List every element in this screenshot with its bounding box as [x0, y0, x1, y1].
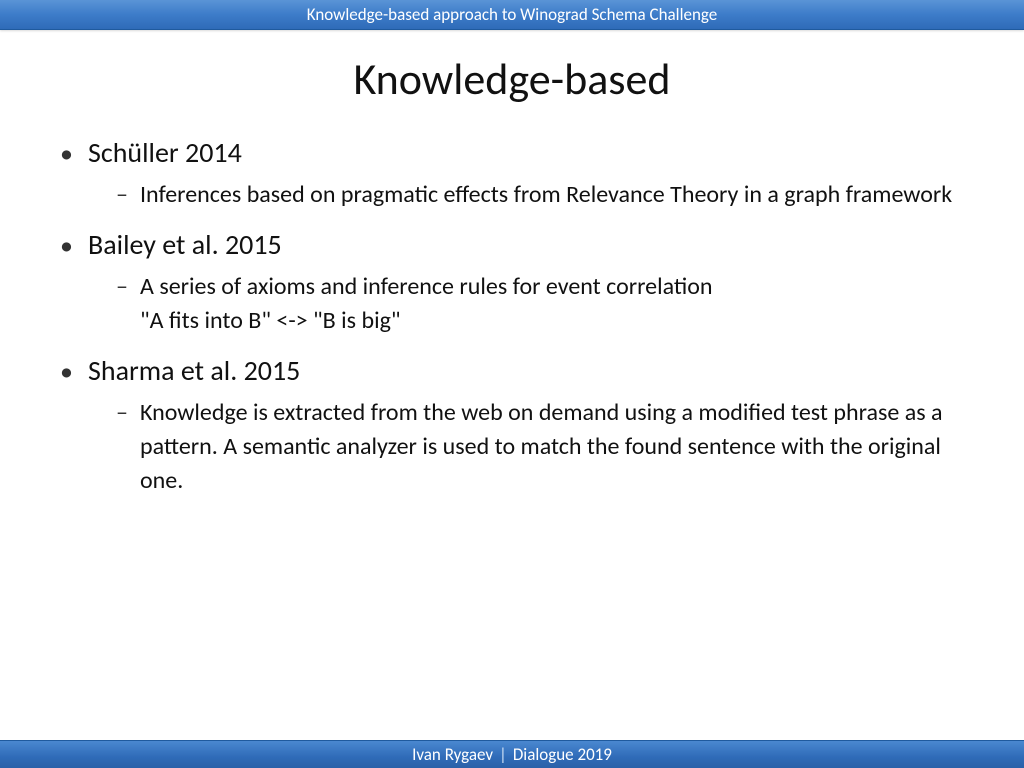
header-bar: Knowledge-based approach to Winograd Sch… — [0, 0, 1024, 30]
sub-list-item-text: Knowledge is extracted from the web on d… — [140, 396, 980, 498]
list-item-label: Sharma et al. 2015 — [88, 352, 300, 390]
bullet-icon: • — [60, 352, 88, 390]
footer-author: Ivan Rygaev — [412, 744, 493, 765]
bullet-icon: • — [60, 226, 88, 264]
content-area: • Schüller 2014 – Inferences based on pr… — [0, 134, 1024, 740]
sub-list-item-text: A series of axioms and inference rules f… — [140, 270, 713, 338]
sub-list: – Inferences based on pragmatic effects … — [116, 178, 984, 212]
header-title: Knowledge-based approach to Winograd Sch… — [307, 4, 717, 25]
list-item: • Bailey et al. 2015 – A series of axiom… — [60, 226, 984, 338]
list-item: • Sharma et al. 2015 – Knowledge is extr… — [60, 352, 984, 498]
list-item: • Schüller 2014 – Inferences based on pr… — [60, 134, 984, 212]
dash-icon: – — [116, 178, 140, 212]
list-item-label: Bailey et al. 2015 — [88, 226, 282, 264]
bullet-list: • Schüller 2014 – Inferences based on pr… — [60, 134, 984, 498]
sub-list: – A series of axioms and inference rules… — [116, 270, 984, 338]
sub-list-item: – A series of axioms and inference rules… — [116, 270, 984, 338]
dash-icon: – — [116, 396, 140, 430]
bullet-icon: • — [60, 134, 88, 172]
sub-list-item: – Knowledge is extracted from the web on… — [116, 396, 984, 498]
slide: Knowledge-based approach to Winograd Sch… — [0, 0, 1024, 768]
sub-list: – Knowledge is extracted from the web on… — [116, 396, 984, 498]
footer-separator: | — [499, 744, 507, 765]
title-area: Knowledge-based — [0, 30, 1024, 134]
slide-title: Knowledge-based — [0, 52, 1024, 106]
footer-event: Dialogue 2019 — [513, 744, 612, 765]
sub-list-item-text: Inferences based on pragmatic effects fr… — [140, 178, 952, 212]
sub-list-item: – Inferences based on pragmatic effects … — [116, 178, 984, 212]
dash-icon: – — [116, 270, 140, 304]
list-item-label: Schüller 2014 — [88, 134, 242, 172]
footer-bar: Ivan Rygaev | Dialogue 2019 — [0, 740, 1024, 768]
